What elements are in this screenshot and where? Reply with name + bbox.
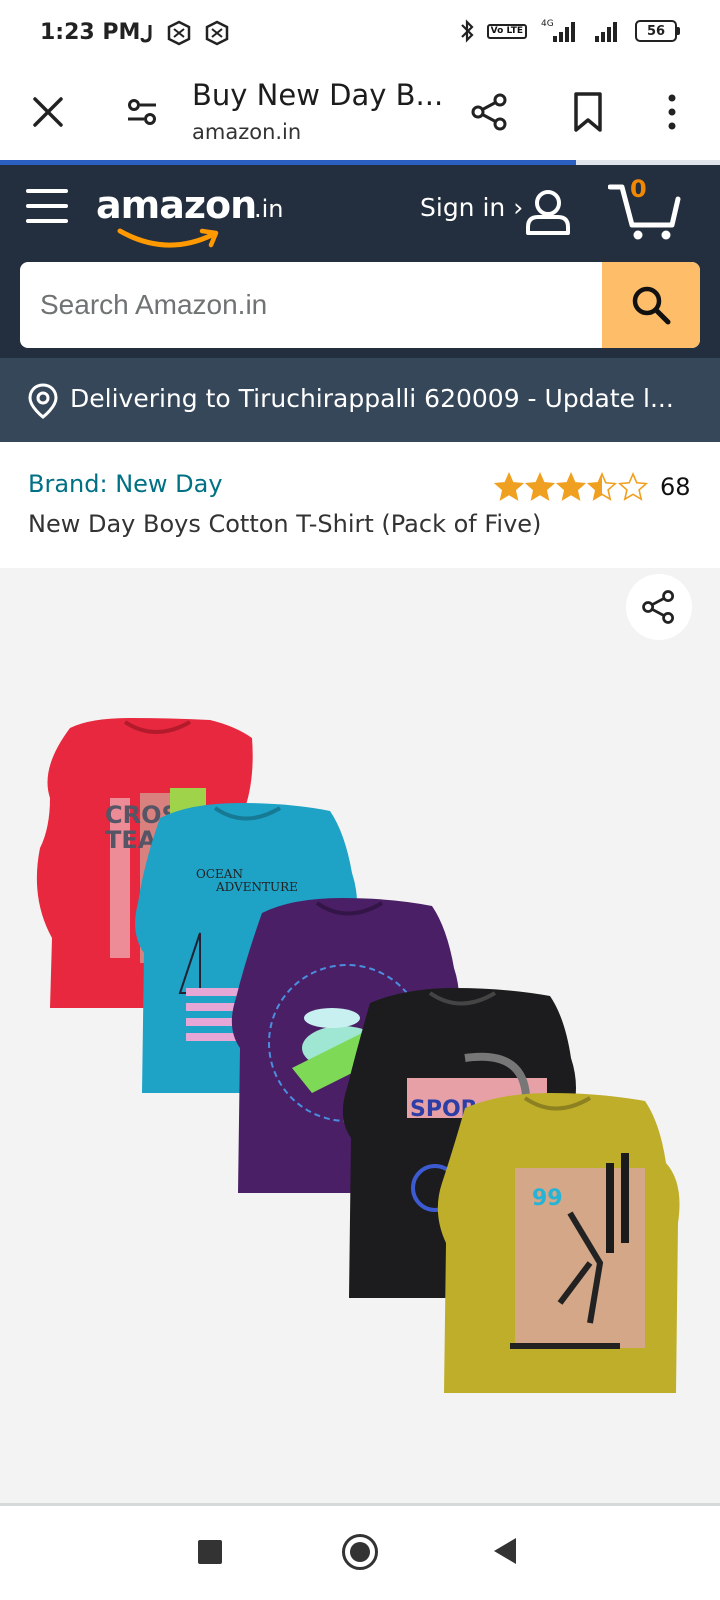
yellow-tshirt-image: 99 (437, 1093, 680, 1393)
status-time: 1:23 PM (40, 20, 141, 45)
rating-count[interactable]: 68 (660, 473, 691, 501)
svg-text:99: 99 (532, 1186, 563, 1211)
network-type-label: 4G (541, 19, 554, 29)
battery-indicator: 56 (635, 20, 680, 42)
close-icon[interactable] (28, 92, 68, 132)
rating-stars (494, 472, 648, 502)
recents-icon[interactable] (198, 1540, 222, 1564)
logo-smile-icon (117, 228, 219, 248)
svg-text:ADVENTURE: ADVENTURE (215, 880, 298, 894)
logo-tld: .in (254, 195, 284, 223)
status-bar: 1:23 PM Vo LTE 4G 56 (0, 0, 720, 70)
search-box (20, 262, 700, 348)
status-notification-icons (140, 20, 230, 46)
battery-level: 56 (635, 20, 677, 42)
amazon-logo[interactable]: amazon .in (96, 183, 296, 248)
signal-icon (595, 22, 617, 42)
product-image-gallery[interactable]: CROSS TEAM OCEAN ADVENTURE SPOR 99 (0, 568, 720, 1503)
location-pin-icon (28, 383, 58, 419)
shield-app-icon (167, 20, 191, 46)
brand-link[interactable]: Brand: New Day (28, 470, 223, 498)
delivery-location-text[interactable]: Delivering to Tiruchirappalli 620009 - U… (70, 384, 674, 413)
signal-4g-icon: 4G (541, 19, 575, 42)
more-vertical-icon[interactable] (654, 90, 690, 134)
bookmark-icon[interactable] (568, 90, 608, 134)
star-icon (587, 472, 617, 501)
status-system-icons: Vo LTE 4G 56 (459, 18, 680, 44)
user-icon[interactable] (522, 187, 574, 237)
search-button[interactable] (602, 262, 700, 348)
page-title[interactable]: Buy New Day B... (192, 78, 443, 112)
share-icon[interactable] (468, 90, 512, 134)
volte-badge: Vo LTE (486, 23, 527, 39)
share-icon (642, 590, 674, 624)
product-title: New Day Boys Cotton T-Shirt (Pack of Fiv… (28, 510, 542, 538)
system-navigation-bar (0, 1506, 720, 1600)
page-domain[interactable]: amazon.in (192, 120, 301, 144)
tune-icon[interactable] (122, 92, 162, 132)
product-image: CROSS TEAM OCEAN ADVENTURE SPOR 99 (36, 718, 680, 1393)
back-icon[interactable] (494, 1538, 516, 1564)
magnifier-icon (632, 286, 671, 325)
bluetooth-icon (460, 19, 474, 43)
browser-toolbar: Buy New Day B... amazon.in (0, 70, 720, 162)
hamburger-menu-icon[interactable] (26, 189, 68, 229)
amazon-header: amazon .in Sign in › 0 (0, 165, 720, 358)
cart-count-badge[interactable]: 0 (630, 175, 647, 203)
star-icon (556, 472, 586, 501)
search-input[interactable] (20, 262, 600, 348)
star-icon (525, 472, 555, 501)
product-rating[interactable]: 68 (494, 472, 691, 502)
home-icon[interactable] (342, 1534, 378, 1570)
shield-app-icon-2 (205, 20, 229, 46)
delivery-location-bar[interactable]: Delivering to Tiruchirappalli 620009 - U… (0, 358, 720, 442)
logo-word: amazon (96, 183, 257, 227)
sign-in-link[interactable]: Sign in › (420, 193, 523, 222)
star-icon (618, 472, 648, 501)
image-share-button[interactable] (626, 574, 692, 640)
jio-icon (140, 25, 152, 43)
star-icon (494, 472, 524, 501)
svg-text:OCEAN: OCEAN (196, 867, 243, 881)
